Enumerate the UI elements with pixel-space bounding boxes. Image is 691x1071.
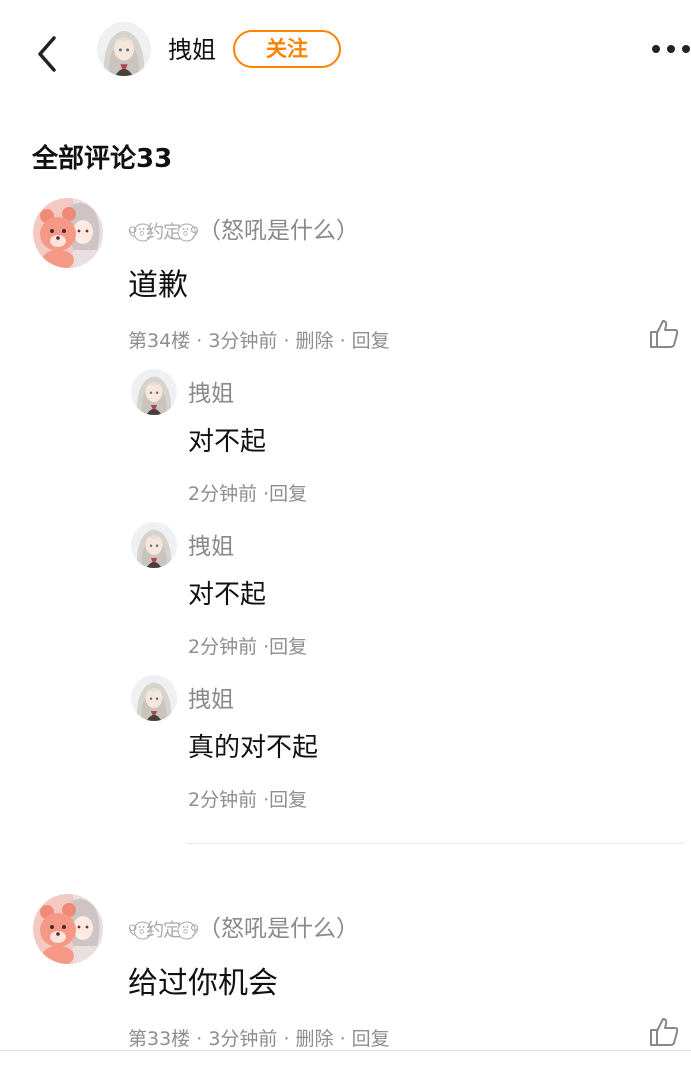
meta-separator: · bbox=[333, 330, 352, 352]
reply-link[interactable]: ·回复 bbox=[263, 483, 307, 505]
comment-floor: 第34楼 bbox=[128, 330, 191, 352]
commenter-avatar[interactable] bbox=[33, 894, 103, 964]
comment-time: 3分钟前 bbox=[208, 330, 278, 352]
like-thumb-icon[interactable] bbox=[648, 1016, 680, 1048]
comment-text: 给过你机会 bbox=[128, 966, 278, 1001]
comment-meta: 第33楼 · 3分钟前 · 删除 · 回复 bbox=[128, 1026, 390, 1052]
comment-time: 3分钟前 bbox=[208, 1028, 278, 1050]
author-avatar[interactable] bbox=[97, 22, 151, 76]
reply-link[interactable]: ·回复 bbox=[263, 789, 307, 811]
meta-separator: · bbox=[333, 1028, 352, 1050]
comment-meta: 第34楼 · 3分钟前 · 删除 · 回复 bbox=[128, 328, 390, 354]
reply-time: 2分钟前 bbox=[188, 483, 258, 505]
reply-text: 对不起 bbox=[188, 427, 267, 457]
reply-author-name[interactable]: 拽姐 bbox=[188, 685, 234, 715]
commenter-nickname-suffix: （怒吼是什么） bbox=[197, 916, 359, 942]
comment-floor: 第33楼 bbox=[128, 1028, 191, 1050]
reply-meta: 2分钟前 ·回复 bbox=[188, 481, 307, 507]
bottom-border bbox=[0, 1050, 691, 1051]
commenter-name[interactable]: ୧⍤⃝约定⍤⃝୨（怒吼是什么） bbox=[128, 914, 359, 946]
reply-meta: 2分钟前 ·回复 bbox=[188, 787, 307, 813]
delete-link[interactable]: 删除 bbox=[296, 1028, 334, 1050]
meta-separator: · bbox=[277, 1028, 296, 1050]
reply-link[interactable]: 回复 bbox=[352, 330, 390, 352]
commenter-name[interactable]: ୧⍤⃝约定⍤⃝୨（怒吼是什么） bbox=[128, 216, 359, 248]
meta-separator: · bbox=[190, 1028, 209, 1050]
reply-text: 真的对不起 bbox=[188, 733, 319, 763]
reply-time: 2分钟前 bbox=[188, 636, 258, 658]
reply-avatar[interactable] bbox=[131, 522, 177, 568]
reply-link[interactable]: ·回复 bbox=[263, 636, 307, 658]
like-thumb-icon[interactable] bbox=[648, 318, 680, 350]
reply-link[interactable]: 回复 bbox=[352, 1028, 390, 1050]
meta-separator: · bbox=[277, 330, 296, 352]
commenter-nickname: ୧⍤⃝约定⍤⃝୨ bbox=[128, 222, 199, 243]
meta-separator: · bbox=[190, 330, 209, 352]
reply-avatar[interactable] bbox=[131, 369, 177, 415]
back-arrow-icon[interactable] bbox=[32, 34, 62, 74]
commenter-avatar[interactable] bbox=[33, 198, 103, 268]
comment-divider bbox=[187, 843, 684, 844]
reply-avatar[interactable] bbox=[131, 675, 177, 721]
reply-meta: 2分钟前 ·回复 bbox=[188, 634, 307, 660]
reply-time: 2分钟前 bbox=[188, 789, 258, 811]
more-options-icon[interactable] bbox=[650, 42, 690, 56]
reply-author-name[interactable]: 拽姐 bbox=[188, 532, 234, 562]
reply-author-name[interactable]: 拽姐 bbox=[188, 379, 234, 409]
commenter-nickname: ୧⍤⃝约定⍤⃝୨ bbox=[128, 920, 199, 941]
author-name[interactable]: 拽姐 bbox=[168, 34, 216, 66]
comments-count-title: 全部评论33 bbox=[32, 144, 173, 174]
follow-button[interactable]: 关注 bbox=[233, 30, 341, 68]
commenter-nickname-suffix: （怒吼是什么） bbox=[197, 218, 359, 244]
delete-link[interactable]: 删除 bbox=[296, 330, 334, 352]
reply-text: 对不起 bbox=[188, 580, 267, 610]
comment-text: 道歉 bbox=[128, 268, 188, 303]
